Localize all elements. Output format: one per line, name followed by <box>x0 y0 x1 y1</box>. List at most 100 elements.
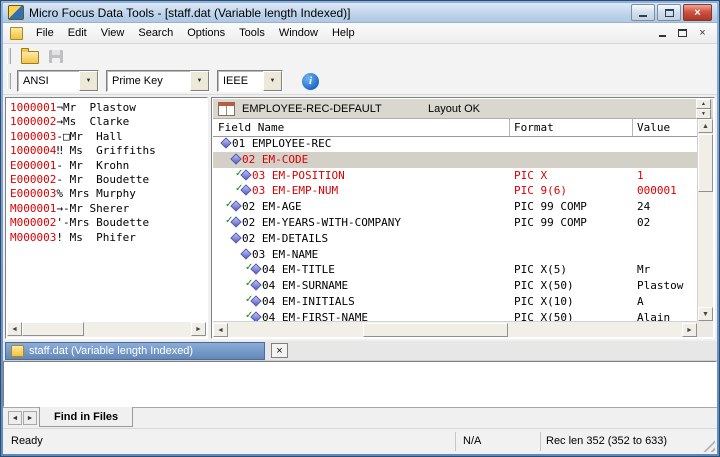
field-row[interactable]: 02 EM-DETAILS <box>213 231 697 247</box>
record-list-hscrollbar[interactable]: ◄ ► <box>7 322 206 337</box>
maximize-button[interactable] <box>657 4 681 21</box>
record-row[interactable]: 1000002→Ms Clarke <box>10 115 206 129</box>
diamond-icon <box>226 152 242 167</box>
save-file-button[interactable] <box>43 46 69 67</box>
menu-file[interactable]: File <box>29 24 61 42</box>
scroll-thumb[interactable] <box>363 323 508 337</box>
close-button[interactable]: × <box>683 4 712 21</box>
record-key: M000003 <box>10 231 56 244</box>
field-format: PIC X(50) <box>514 278 574 294</box>
chevron-down-icon[interactable]: ▼ <box>263 71 282 91</box>
record-row[interactable]: M000001→-Mr Sherer <box>10 202 206 216</box>
field-row[interactable]: ✓04 EM-INITIALSPIC X(10)A <box>213 294 697 310</box>
menu-options[interactable]: Options <box>180 24 232 42</box>
menu-tools[interactable]: Tools <box>232 24 272 42</box>
menu-window[interactable]: Window <box>272 24 325 42</box>
record-row[interactable]: 1000004‼ Ms Griffiths <box>10 144 206 158</box>
menu-edit[interactable]: Edit <box>61 24 94 42</box>
field-name: 03 EM-EMP-NUM <box>252 184 338 197</box>
down-arrow-icon: ▼ <box>701 111 706 117</box>
record-key: M000002 <box>10 216 56 229</box>
field-row[interactable]: 02 EM-CODE <box>213 152 697 168</box>
field-row[interactable]: 03 EM-NAME <box>213 247 697 263</box>
float-format-combo[interactable]: IEEE ▼ <box>217 70 283 92</box>
record-row[interactable]: M000003! Ms Phifer <box>10 231 206 245</box>
main-toolbar <box>3 44 717 68</box>
field-name: 02 EM-YEARS-WITH-COMPANY <box>242 216 401 229</box>
menu-items: FileEditViewSearchOptionsToolsWindowHelp <box>29 24 362 42</box>
field-row[interactable]: ✓02 EM-AGEPIC 99 COMP24 <box>213 199 697 215</box>
tab-find-in-files[interactable]: Find in Files <box>39 407 133 427</box>
tab-scroll-left-button[interactable]: ◄ <box>8 411 22 425</box>
scroll-thumb[interactable] <box>698 134 713 192</box>
layout-panel: EMPLOYEE-REC-DEFAULT Layout OK ▲ ▼ Field… <box>211 97 715 339</box>
scroll-up-button[interactable]: ▲ <box>698 119 713 133</box>
scroll-left-button[interactable]: ◄ <box>7 322 22 336</box>
open-file-button[interactable] <box>17 46 43 67</box>
toolbar-gripper[interactable] <box>7 48 11 64</box>
record-row[interactable]: M000002'-Mrs Boudette <box>10 216 206 230</box>
menu-search[interactable]: Search <box>131 24 180 42</box>
charset-combo[interactable]: ANSI ▼ <box>17 70 99 92</box>
column-format[interactable]: Format <box>514 121 554 134</box>
doc-close-button[interactable]: × <box>271 343 288 358</box>
field-format: PIC X <box>514 168 547 184</box>
column-separator[interactable] <box>632 119 633 136</box>
info-button[interactable]: i <box>302 73 319 90</box>
minimize-icon <box>639 15 647 17</box>
layout-vscrollbar[interactable]: ▲ ▼ <box>697 119 713 321</box>
minimize-button[interactable] <box>631 4 655 21</box>
record-row[interactable]: E000002- Mr Boudette <box>10 173 206 187</box>
scroll-left-button[interactable]: ◄ <box>213 323 228 337</box>
field-name: 04 EM-INITIALS <box>262 295 355 308</box>
maximize-icon <box>665 9 674 17</box>
record-row[interactable]: 1000001¬Mr Plastow <box>10 101 206 115</box>
field-row[interactable]: ✓04 EM-FIRST-NAMEPIC X(50)Alain <box>213 310 697 321</box>
check-diamond-icon: ✓ <box>246 278 262 293</box>
check-diamond-icon: ✓ <box>246 310 262 321</box>
field-row[interactable]: ✓02 EM-YEARS-WITH-COMPANYPIC 99 COMP02 <box>213 215 697 231</box>
scroll-right-button[interactable]: ► <box>191 322 206 336</box>
document-icon[interactable] <box>10 27 23 40</box>
field-format: PIC 9(6) <box>514 183 567 199</box>
float-format-value: IEEE <box>218 71 263 91</box>
record-row[interactable]: E000003% Mrs Murphy <box>10 187 206 201</box>
scroll-down-button[interactable]: ▼ <box>698 307 713 321</box>
record-row[interactable]: E000001- Mr Krohn <box>10 159 206 173</box>
mdi-close-button[interactable]: × <box>694 26 711 40</box>
spin-down-button[interactable]: ▼ <box>696 109 711 119</box>
layout-hscrollbar[interactable]: ◄ ► <box>213 321 697 337</box>
column-field-name[interactable]: Field Name <box>218 121 284 134</box>
scrollbar-corner <box>697 321 713 337</box>
scroll-right-button[interactable]: ► <box>682 323 697 337</box>
column-value[interactable]: Value <box>637 121 670 134</box>
main-area: 1000001¬Mr Plastow1000002→Ms Clarke10000… <box>3 95 717 341</box>
resize-grip[interactable] <box>702 439 715 452</box>
field-value: 1 <box>637 168 644 184</box>
record-row[interactable]: 1000003-□Mr Hall <box>10 130 206 144</box>
mdi-restore-button[interactable] <box>674 26 691 40</box>
tab-scroll-right-button[interactable]: ► <box>23 411 37 425</box>
field-row[interactable]: 01 EMPLOYEE-REC <box>213 136 697 152</box>
field-row[interactable]: ✓04 EM-SURNAMEPIC X(50)Plastow <box>213 278 697 294</box>
spin-up-button[interactable]: ▲ <box>696 99 711 109</box>
record-data: ¬Mr Plastow <box>56 101 135 114</box>
tab-staff-dat[interactable]: staff.dat (Variable length Indexed) <box>5 342 265 360</box>
charset-value: ANSI <box>18 71 79 91</box>
toolbar-gripper[interactable] <box>7 73 11 89</box>
chevron-down-icon[interactable]: ▼ <box>79 71 98 91</box>
scroll-thumb[interactable] <box>22 322 84 336</box>
chevron-down-icon[interactable]: ▼ <box>190 71 209 91</box>
mdi-minimize-button[interactable] <box>654 26 671 40</box>
field-row[interactable]: ✓03 EM-EMP-NUMPIC 9(6)000001 <box>213 183 697 199</box>
column-separator[interactable] <box>509 119 510 136</box>
menu-help[interactable]: Help <box>325 24 362 42</box>
field-name: 04 EM-TITLE <box>262 263 335 276</box>
field-row[interactable]: ✓03 EM-POSITIONPIC X1 <box>213 168 697 184</box>
menu-view[interactable]: View <box>94 24 132 42</box>
field-row[interactable]: ✓04 EM-TITLEPIC X(5)Mr <box>213 262 697 278</box>
key-combo[interactable]: Prime Key ▼ <box>106 70 210 92</box>
doc-tab-label: staff.dat (Variable length Indexed) <box>29 345 193 357</box>
title-bar[interactable]: Micro Focus Data Tools - [staff.dat (Var… <box>3 3 717 23</box>
up-arrow-icon: ▲ <box>702 123 709 130</box>
